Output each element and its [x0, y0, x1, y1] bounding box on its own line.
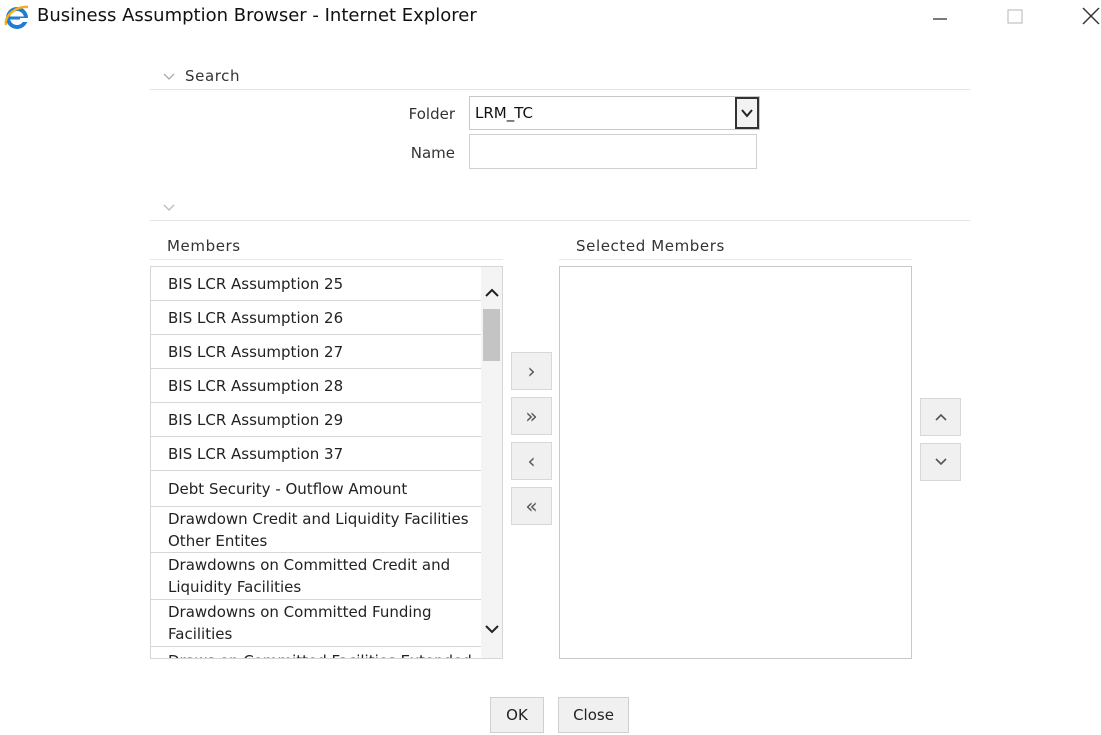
chevron-down-icon[interactable] [162, 71, 176, 83]
name-label: Name [410, 144, 455, 162]
scroll-down-button[interactable] [481, 619, 502, 639]
move-down-button[interactable] [920, 443, 961, 481]
double-chevron-right-icon: » [525, 404, 538, 428]
close-window-button[interactable] [1068, 0, 1101, 32]
selected-members-label-divider [559, 259, 912, 260]
chevron-up-icon [484, 288, 499, 297]
window-title: Business Assumption Browser - Internet E… [37, 5, 477, 26]
chevron-left-icon: ‹ [527, 449, 536, 473]
folder-select[interactable]: LRM_TC [469, 96, 760, 130]
maximize-icon [1007, 9, 1023, 24]
internet-explorer-icon [4, 5, 29, 29]
scroll-up-button[interactable] [481, 283, 502, 303]
move-all-right-button[interactable]: » [511, 397, 552, 435]
selected-members-label: Selected Members [576, 237, 725, 255]
move-right-button[interactable]: › [511, 352, 552, 390]
chevron-down-icon [934, 458, 947, 466]
search-section-header[interactable]: Search [150, 66, 970, 90]
folder-select-value: LRM_TC [475, 104, 533, 122]
move-all-left-button[interactable]: « [511, 487, 552, 525]
member-item[interactable]: Drawdowns on Committed Credit and Liquid… [151, 553, 481, 600]
double-chevron-left-icon: « [525, 494, 538, 518]
move-left-button[interactable]: ‹ [511, 442, 552, 480]
close-button[interactable]: Close [558, 697, 629, 733]
name-input[interactable] [469, 134, 757, 169]
chevron-down-icon [484, 625, 499, 634]
move-up-button[interactable] [920, 398, 961, 436]
chevron-down-icon [741, 109, 753, 118]
search-section-label: Search [185, 67, 241, 85]
member-item[interactable]: Draws on Committed Facilities Extended [151, 647, 481, 658]
minimize-icon [933, 18, 947, 20]
members-label: Members [167, 237, 241, 255]
members-list-box[interactable]: BIS LCR Assumption 25 BIS LCR Assumption… [150, 266, 503, 659]
selected-members-list-box[interactable] [559, 266, 912, 659]
title-bar: Business Assumption Browser - Internet E… [0, 0, 1101, 34]
member-item[interactable]: BIS LCR Assumption 37 [151, 437, 481, 471]
scrollbar-thumb[interactable] [483, 309, 500, 361]
member-item[interactable]: Drawdown Credit and Liquidity Facilities… [151, 507, 481, 553]
members-label-divider [150, 259, 503, 260]
member-item[interactable]: Drawdowns on Committed Funding Facilitie… [151, 600, 481, 647]
member-item[interactable]: BIS LCR Assumption 26 [151, 301, 481, 335]
folder-label: Folder [408, 105, 455, 123]
members-section-header[interactable] [150, 197, 970, 221]
member-item[interactable]: Debt Security - Outflow Amount [151, 471, 481, 507]
chevron-down-icon[interactable] [162, 202, 176, 214]
member-item[interactable]: BIS LCR Assumption 25 [151, 267, 481, 301]
folder-dropdown-button[interactable] [735, 97, 759, 129]
members-list: BIS LCR Assumption 25 BIS LCR Assumption… [151, 267, 481, 658]
member-item[interactable]: BIS LCR Assumption 27 [151, 335, 481, 369]
member-item[interactable]: BIS LCR Assumption 29 [151, 403, 481, 437]
members-scrollbar[interactable] [481, 267, 502, 658]
ok-button[interactable]: OK [490, 697, 544, 733]
chevron-up-icon [934, 413, 947, 421]
member-item[interactable]: BIS LCR Assumption 28 [151, 369, 481, 403]
minimize-button[interactable] [917, 0, 963, 32]
maximize-button[interactable] [992, 0, 1038, 32]
chevron-right-icon: › [527, 359, 536, 383]
close-icon [1082, 7, 1100, 25]
